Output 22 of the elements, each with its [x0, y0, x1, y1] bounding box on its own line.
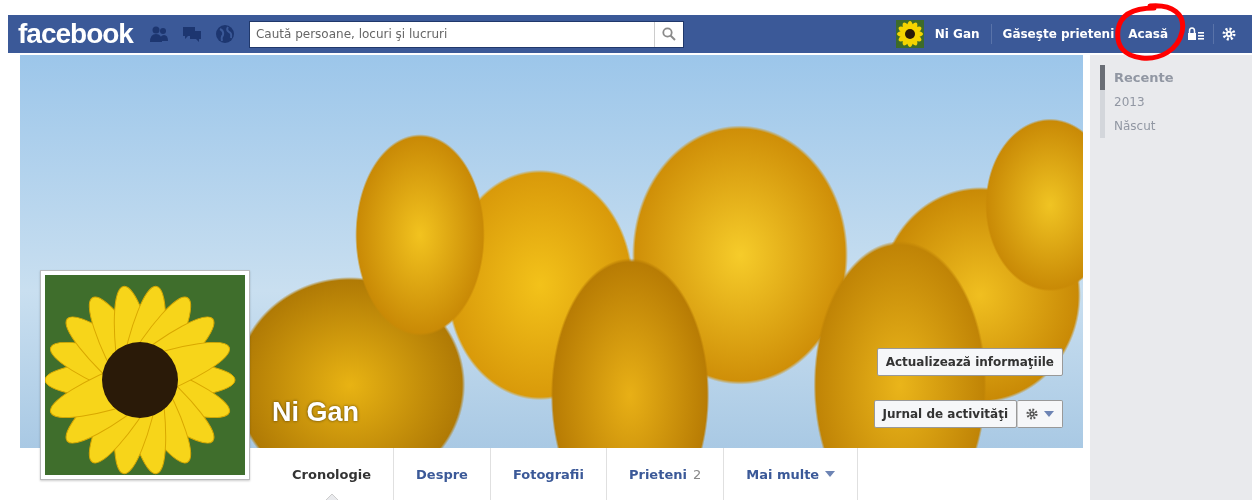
sunflower-avatar-icon[interactable]: [895, 20, 924, 48]
settings-dropdown-button[interactable]: [1017, 400, 1063, 428]
search-field[interactable]: Caută persoane, locuri şi lucruri: [248, 20, 684, 48]
lock-menu-icon[interactable]: [1187, 27, 1205, 41]
profile-tab[interactable]: Despre: [394, 448, 491, 500]
profile-name: Ni Gan: [272, 397, 359, 428]
nav-link[interactable]: Găseşte prieteni: [999, 27, 1118, 41]
tab-pointer-icon: [324, 494, 339, 500]
gear-icon: [1026, 408, 1038, 420]
activity-log-button[interactable]: Jurnal de activităţi: [873, 400, 1017, 428]
profile-tab[interactable]: Fotografii: [490, 448, 607, 500]
facebook-logo[interactable]: facebook: [18, 18, 133, 50]
profile-link[interactable]: Ni Gan: [931, 27, 983, 41]
update-info-button[interactable]: Actualizează informaţiile: [876, 348, 1063, 376]
profile-tab[interactable]: Prieteni 2: [606, 448, 725, 500]
nav-link[interactable]: Acasă: [1125, 27, 1171, 41]
caret-icon: [1044, 411, 1054, 417]
search-input[interactable]: Caută persoane, locuri şi lucruri: [249, 27, 654, 41]
profile-tab[interactable]: Cronologie: [270, 448, 395, 500]
profile-tab[interactable]: Mai multe: [724, 448, 859, 500]
settings-icon[interactable]: [1222, 27, 1236, 41]
search-icon[interactable]: [661, 27, 676, 41]
